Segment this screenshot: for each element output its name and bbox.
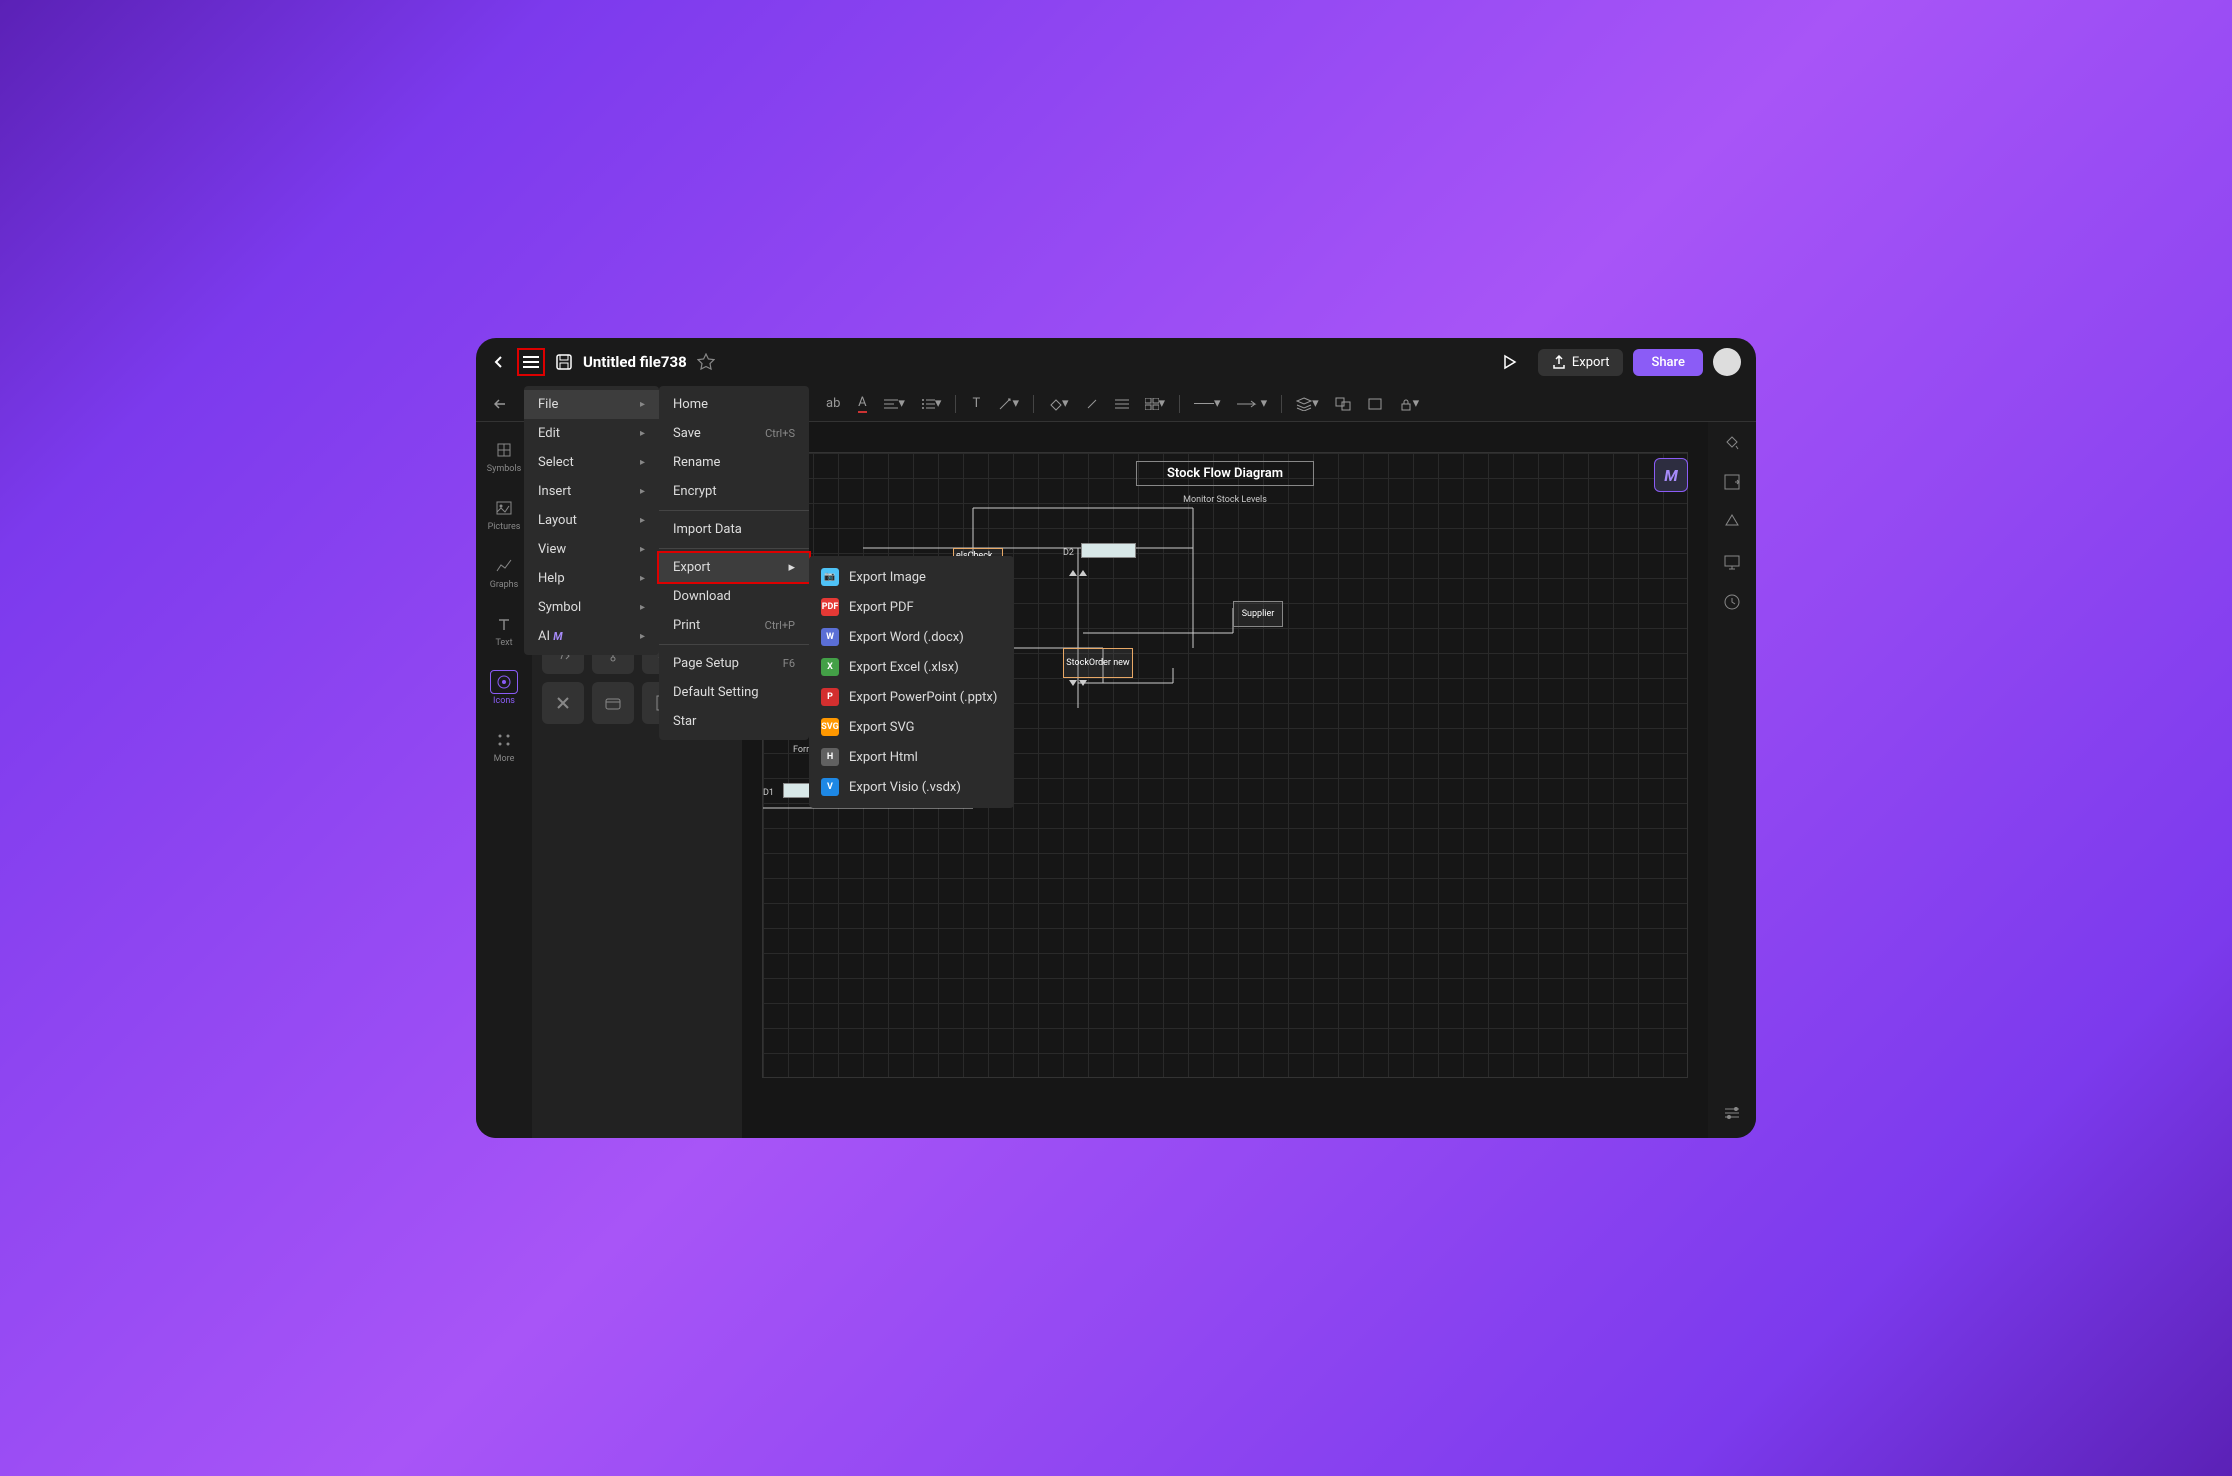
menu-item-edit[interactable]: Edit▸ [524, 419, 659, 448]
settings-panel-icon[interactable] [1722, 1103, 1742, 1123]
export-format-icon: P [821, 688, 839, 706]
file-menu-default-setting[interactable]: Default Setting [659, 678, 809, 707]
sidebar-label: Pictures [488, 522, 521, 532]
file-menu-encrypt[interactable]: Encrypt [659, 477, 809, 506]
app-window: Untitled file738 Export Share B I U ab A… [476, 338, 1756, 1138]
fill-panel-icon[interactable] [1722, 432, 1742, 452]
file-menu-print[interactable]: PrintCtrl+P [659, 611, 809, 640]
export-format-icon: SVG [821, 718, 839, 736]
diagram-label-monitor: Monitor Stock Levels [1183, 495, 1267, 505]
export-option-export-excel-xlsx-[interactable]: XExport Excel (.xlsx) [809, 652, 1014, 682]
sidebar-item-more[interactable]: More [476, 722, 532, 770]
file-menu-export[interactable]: Export▸ [657, 551, 811, 584]
play-button[interactable] [1490, 347, 1528, 377]
fill-button[interactable]: ▾ [1042, 392, 1075, 415]
text-tool-button[interactable]: T [964, 392, 988, 415]
export-format-icon: W [821, 628, 839, 646]
export-panel-icon[interactable] [1722, 472, 1742, 492]
hamburger-menu-button[interactable] [517, 348, 545, 376]
text-icon [490, 612, 518, 636]
export-option-export-visio-vsdx-[interactable]: VExport Visio (.vsdx) [809, 772, 1014, 802]
sidebar-label: Symbols [487, 464, 522, 474]
favorite-star-icon[interactable] [697, 353, 715, 371]
grid-button[interactable]: ▾ [1139, 392, 1172, 415]
export-format-icon: V [821, 778, 839, 796]
file-menu-rename[interactable]: Rename [659, 448, 809, 477]
pictures-icon [490, 496, 518, 520]
menu-item-insert[interactable]: Insert▸ [524, 477, 659, 506]
file-menu-download[interactable]: Download [659, 582, 809, 611]
layers-button[interactable]: ▾ [1290, 392, 1325, 415]
export-submenu: 📷Export ImagePDFExport PDFWExport Word (… [809, 556, 1014, 808]
symbols-icon [490, 438, 518, 462]
diagram-label-d2: D2 [1063, 548, 1074, 558]
lock-button[interactable]: ▾ [1393, 392, 1426, 415]
document-title[interactable]: Untitled file738 [583, 353, 687, 371]
line-style-button[interactable]: ▾ [1188, 392, 1227, 415]
align-button[interactable]: ▾ [878, 392, 911, 415]
export-format-icon: 📷 [821, 568, 839, 586]
brush-button[interactable] [1079, 393, 1105, 415]
save-icon[interactable] [555, 353, 573, 371]
share-button[interactable]: Share [1633, 349, 1703, 376]
menu-item-file[interactable]: File▸ [524, 390, 659, 419]
menu-item-view[interactable]: View▸ [524, 535, 659, 564]
history-panel-icon[interactable] [1722, 592, 1742, 612]
undo-button[interactable] [488, 393, 516, 415]
diagram-node-d2box[interactable] [1081, 543, 1136, 558]
export-button-label: Export [1572, 355, 1610, 370]
file-menu-import-data[interactable]: Import Data [659, 515, 809, 544]
brand-logo-icon[interactable]: M [1654, 458, 1688, 492]
icon-cell[interactable] [542, 682, 584, 724]
diagram-node-supplier[interactable]: Supplier [1233, 601, 1283, 627]
graphs-icon [490, 554, 518, 578]
text-color-button[interactable]: A [850, 391, 874, 417]
export-option-export-image[interactable]: 📷Export Image [809, 562, 1014, 592]
justify-button[interactable] [1109, 394, 1135, 414]
back-button[interactable] [491, 354, 507, 370]
title-bar: Untitled file738 Export Share [476, 338, 1756, 386]
file-menu-save[interactable]: SaveCtrl+S [659, 419, 809, 448]
user-avatar[interactable] [1713, 348, 1741, 376]
shape-panel-icon[interactable] [1722, 512, 1742, 532]
diagram-label-d1: D1 [763, 788, 774, 798]
list-button[interactable]: ▾ [915, 392, 948, 415]
file-menu-page-setup[interactable]: Page SetupF6 [659, 649, 809, 678]
export-option-export-html[interactable]: HExport Html [809, 742, 1014, 772]
more-icon [490, 728, 518, 752]
sidebar-label: Graphs [490, 580, 519, 590]
arrow-style-button[interactable]: ▾ [1231, 392, 1274, 415]
file-menu-home[interactable]: Home [659, 390, 809, 419]
icon-cell[interactable] [592, 682, 634, 724]
file-menu-star[interactable]: Star [659, 707, 809, 736]
diagram-node-stockorder[interactable]: StockOrder new [1063, 648, 1133, 678]
export-option-export-powerpoint-pptx-[interactable]: PExport PowerPoint (.pptx) [809, 682, 1014, 712]
strikethrough-button[interactable]: ab [820, 392, 846, 415]
export-format-icon: X [821, 658, 839, 676]
export-format-icon: H [821, 748, 839, 766]
export-button[interactable]: Export [1538, 349, 1624, 376]
connector-button[interactable]: ▾ [992, 392, 1025, 415]
menu-item-symbol[interactable]: Symbol▸ [524, 593, 659, 622]
export-option-export-svg[interactable]: SVGExport SVG [809, 712, 1014, 742]
export-option-export-pdf[interactable]: PDFExport PDF [809, 592, 1014, 622]
right-sidebar [1708, 422, 1756, 1138]
menu-item-layout[interactable]: Layout▸ [524, 506, 659, 535]
sidebar-label: Text [495, 638, 512, 648]
sidebar-item-icons[interactable]: Icons [476, 664, 532, 712]
group-button[interactable] [1329, 393, 1357, 415]
diagram-title: Stock Flow Diagram [1136, 461, 1314, 486]
sidebar-label: Icons [493, 696, 515, 706]
sidebar-label: More [494, 754, 515, 764]
file-submenu: HomeSaveCtrl+SRenameEncrypt Import Data Ex… [659, 386, 809, 740]
menu-item-help[interactable]: Help▸ [524, 564, 659, 593]
export-format-icon: PDF [821, 598, 839, 616]
icons-icon [490, 670, 518, 694]
present-panel-icon[interactable] [1722, 552, 1742, 572]
export-option-export-word-docx-[interactable]: WExport Word (.docx) [809, 622, 1014, 652]
menu-item-ai[interactable]: AI M▸ [524, 622, 659, 651]
distribute-button[interactable] [1361, 393, 1389, 415]
menu-item-select[interactable]: Select▸ [524, 448, 659, 477]
main-menu-dropdown: File▸Edit▸Select▸Insert▸Layout▸View▸Help… [524, 386, 659, 655]
